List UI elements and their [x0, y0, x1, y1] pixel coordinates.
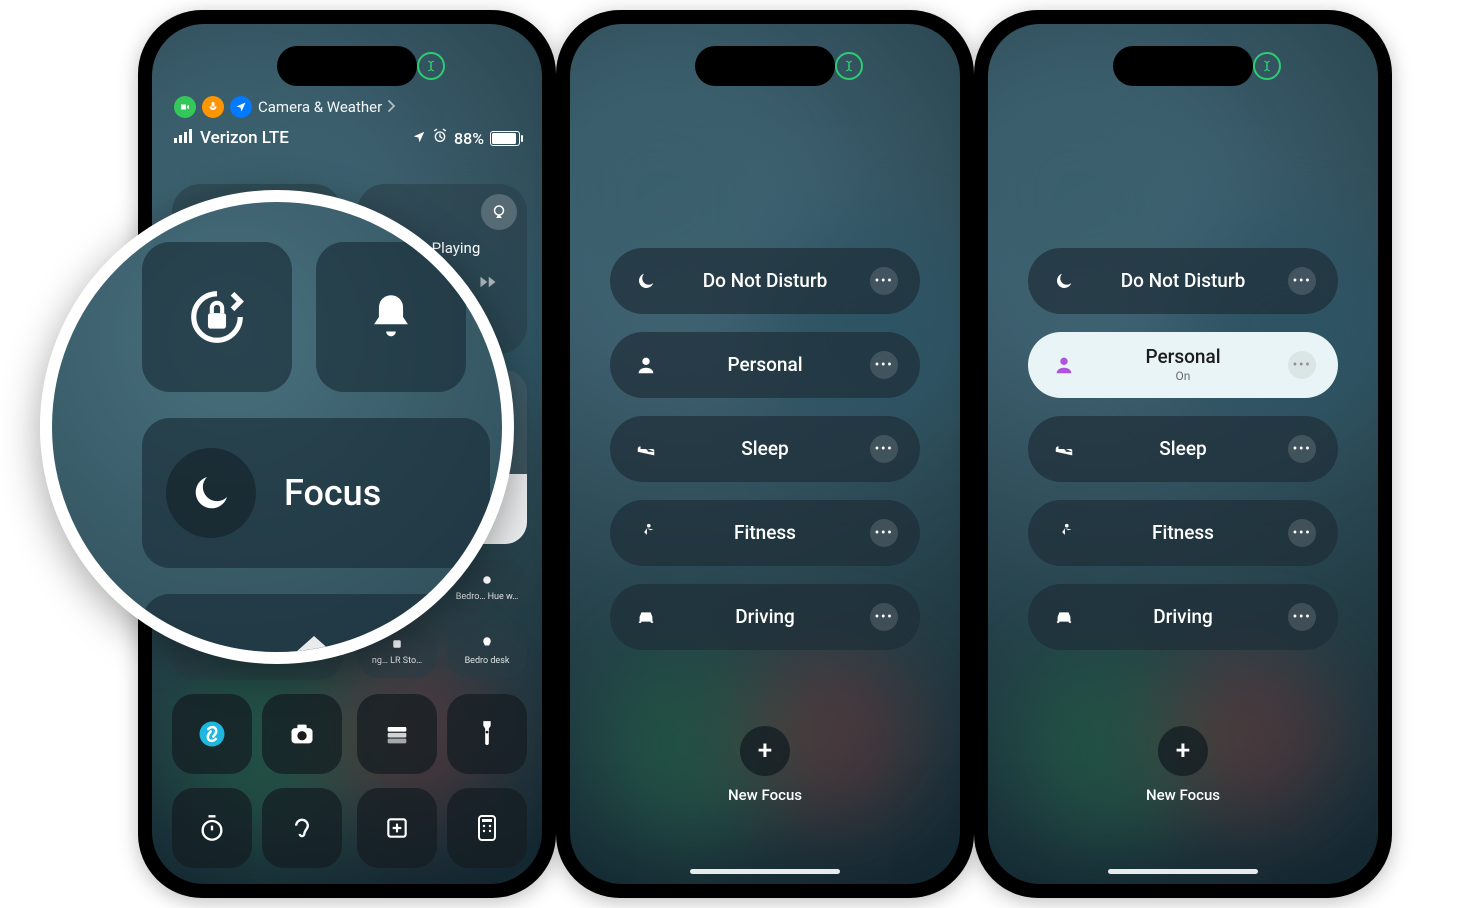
location-arrow-icon: [412, 129, 426, 148]
focus-item-label: Driving: [1078, 607, 1288, 628]
new-focus-label: New Focus: [728, 786, 802, 804]
phone3-screen: Do Not Disturb ••• Personal On ••• Sleep…: [988, 24, 1378, 884]
focus-item-label: Sleep: [1078, 439, 1288, 460]
flashlight-button[interactable]: [447, 694, 527, 774]
person-icon: [1050, 354, 1078, 376]
running-icon: [632, 522, 660, 544]
calculator-button[interactable]: [447, 788, 527, 868]
privacy-indicator-icon: [835, 52, 863, 80]
new-focus-label: New Focus: [1146, 786, 1220, 804]
focus-item-driving[interactable]: Driving •••: [1028, 584, 1338, 650]
location-active-icon: [230, 96, 252, 118]
plus-icon: +: [740, 726, 790, 776]
focus-item-label: Fitness: [660, 523, 870, 544]
focus-mode-list: Do Not Disturb ••• Personal On ••• Sleep…: [1028, 248, 1338, 650]
more-icon[interactable]: •••: [870, 267, 898, 295]
battery-icon: [490, 131, 520, 146]
focus-item-dnd[interactable]: Do Not Disturb •••: [1028, 248, 1338, 314]
phone-frame-3: Do Not Disturb ••• Personal On ••• Sleep…: [974, 10, 1392, 898]
home-indicator[interactable]: [690, 869, 840, 874]
focus-item-label: Do Not Disturb: [660, 271, 870, 292]
more-icon[interactable]: •••: [1288, 603, 1316, 631]
focus-item-fitness[interactable]: Fitness •••: [1028, 500, 1338, 566]
moon-icon: [632, 270, 660, 292]
more-icon[interactable]: •••: [1288, 519, 1316, 547]
focus-label-zoom: Focus: [284, 472, 381, 514]
quick-note-button[interactable]: [357, 788, 437, 868]
running-icon: [1050, 522, 1078, 544]
focus-item-label: Sleep: [660, 439, 870, 460]
orientation-lock-button-zoom: [142, 242, 292, 392]
more-icon[interactable]: •••: [870, 603, 898, 631]
magnifier-callout: Focus: [40, 190, 514, 664]
new-focus-button[interactable]: + New Focus: [1146, 726, 1220, 804]
carrier-label: Verizon LTE: [200, 128, 289, 148]
more-icon[interactable]: •••: [1288, 351, 1316, 379]
focus-item-fitness[interactable]: Fitness •••: [610, 500, 920, 566]
focus-item-label: Personal: [660, 355, 870, 376]
focus-item-personal[interactable]: Personal •••: [610, 332, 920, 398]
focus-item-sublabel: On: [1078, 370, 1288, 383]
focus-item-label: Fitness: [1078, 523, 1288, 544]
dynamic-island: [277, 46, 417, 86]
focus-item-dnd[interactable]: Do Not Disturb •••: [610, 248, 920, 314]
alarm-icon: [432, 128, 448, 148]
wallet-button[interactable]: [357, 694, 437, 774]
focus-button-zoom: Focus: [142, 418, 490, 568]
timer-button[interactable]: [172, 788, 252, 868]
home-indicator[interactable]: [1108, 869, 1258, 874]
chevron-right-icon: [388, 98, 396, 116]
car-icon: [1050, 606, 1078, 628]
more-icon[interactable]: •••: [870, 351, 898, 379]
more-icon[interactable]: •••: [870, 435, 898, 463]
phone2-screen: Do Not Disturb ••• Personal ••• Sleep ••…: [570, 24, 960, 884]
focus-item-sleep[interactable]: Sleep •••: [610, 416, 920, 482]
dynamic-island: [695, 46, 835, 86]
car-icon: [632, 606, 660, 628]
signal-bars-icon: [174, 128, 194, 148]
moon-icon: [166, 448, 256, 538]
silent-mode-button-zoom: [316, 242, 466, 392]
plus-icon: +: [1158, 726, 1208, 776]
phone-frame-2: Do Not Disturb ••• Personal ••• Sleep ••…: [556, 10, 974, 898]
privacy-indicator-icon: [417, 52, 445, 80]
shazam-button[interactable]: [172, 694, 252, 774]
bed-icon: [1050, 438, 1078, 460]
more-icon[interactable]: •••: [1288, 267, 1316, 295]
hearing-button[interactable]: [262, 788, 342, 868]
privacy-pills-row[interactable]: Camera & Weather: [174, 96, 396, 118]
person-icon: [632, 354, 660, 376]
focus-item-personal-active[interactable]: Personal On •••: [1028, 332, 1338, 398]
focus-item-label: Do Not Disturb: [1078, 271, 1288, 292]
focus-item-sleep[interactable]: Sleep •••: [1028, 416, 1338, 482]
focus-mode-list: Do Not Disturb ••• Personal ••• Sleep ••…: [610, 248, 920, 650]
focus-item-driving[interactable]: Driving •••: [610, 584, 920, 650]
privacy-indicator-icon: [1253, 52, 1281, 80]
battery-pct: 88%: [454, 129, 484, 148]
focus-item-label: Driving: [660, 607, 870, 628]
new-focus-button[interactable]: + New Focus: [728, 726, 802, 804]
status-bar: Verizon LTE 88%: [174, 128, 520, 148]
moon-icon: [1050, 270, 1078, 292]
dynamic-island: [1113, 46, 1253, 86]
bed-icon: [632, 438, 660, 460]
privacy-app-label: Camera & Weather: [258, 98, 382, 116]
microphone-icon: [202, 96, 224, 118]
camera-recording-icon: [174, 96, 196, 118]
more-icon[interactable]: •••: [1288, 435, 1316, 463]
more-icon[interactable]: •••: [870, 519, 898, 547]
focus-item-label: Personal On: [1078, 347, 1288, 383]
camera-button[interactable]: [262, 694, 342, 774]
